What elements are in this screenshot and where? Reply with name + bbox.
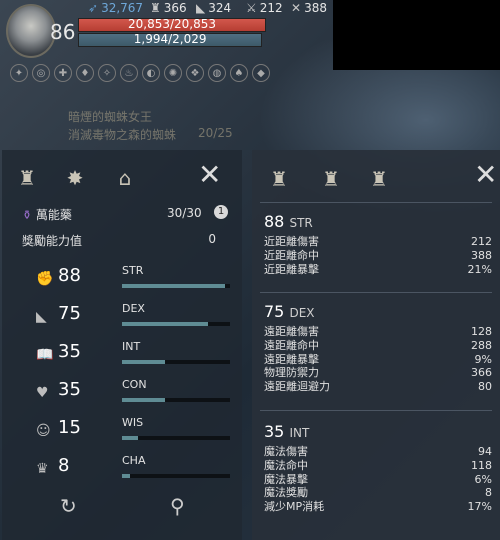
stats-panel: ♜ ✸ ⌂ ✕ ⚱ 萬能藥 30/30 1 獎勵能力值 0 ✊ 88 STR ◣… xyxy=(2,150,242,540)
currency-boot: ◣ 324 xyxy=(196,1,232,15)
detail-row: 近距離命中 388 xyxy=(264,248,492,262)
elixir-badge[interactable]: 1 xyxy=(214,205,228,219)
reset-icon[interactable]: ↻ xyxy=(60,494,77,518)
section-int: 35 INT 魔法傷害 94 魔法命中 118 魔法暴擊 6% 魔法獎勵 8 減少MP消… xyxy=(264,422,492,514)
bonus-value: 0 xyxy=(208,232,216,246)
tab-str-helmet-icon[interactable]: ♜ xyxy=(264,164,294,194)
potion-icon: ⚱ xyxy=(22,208,33,222)
detail-row: 遠距離傷害 128 xyxy=(264,325,492,338)
mp-text: 1,994/2,029 xyxy=(133,32,207,46)
buff-icon[interactable]: ◆ xyxy=(252,64,270,82)
stat-str[interactable]: ✊ 88 STR xyxy=(36,264,236,296)
stat-dex[interactable]: ◣ 75 DEX xyxy=(36,302,236,334)
int-icon: 📖 xyxy=(36,347,54,363)
mp-bar: 1,994/2,029 xyxy=(78,32,263,47)
buff-icon[interactable]: ✦ xyxy=(10,64,28,82)
stat-con[interactable]: ♥ 35 CON xyxy=(36,378,236,410)
tab-con-helmet-icon[interactable]: ♜ xyxy=(316,164,346,194)
tab-wis-helmet-icon[interactable]: ♜ xyxy=(364,164,394,194)
buff-icon[interactable]: ✚ xyxy=(54,64,72,82)
bonus-label: 獎勵能力值 xyxy=(22,234,83,248)
sword-icon: ⚔ xyxy=(246,1,257,15)
currency-helmet: ♜ 366 xyxy=(150,1,187,15)
dex-icon: ◣ xyxy=(36,309,47,325)
stat-wis[interactable]: ☺ 15 WIS xyxy=(36,416,236,448)
buff-icon[interactable]: ◎ xyxy=(32,64,50,82)
buff-icon[interactable]: ♠ xyxy=(230,64,248,82)
hp-text: 20,853/20,853 xyxy=(127,17,217,31)
buff-icon[interactable]: ♦ xyxy=(76,64,94,82)
elixir-row: ⚱ 萬能藥 30/30 1 xyxy=(22,205,228,223)
elixir-label: 萬能藥 xyxy=(35,208,72,222)
avatar[interactable] xyxy=(6,4,56,58)
detail-row: 遠距離命中 288 xyxy=(264,338,492,352)
close-icon[interactable]: ✕ xyxy=(474,160,497,190)
detail-row: 近距離傷害 212 xyxy=(264,235,492,248)
cha-icon: ♛ xyxy=(36,461,49,477)
player-level: 86 xyxy=(50,20,76,44)
close-icon[interactable]: ✕ xyxy=(198,160,221,190)
detail-row: 魔法命中 118 xyxy=(264,458,492,472)
search-icon[interactable]: ⚲ xyxy=(170,494,185,518)
detail-row: 遠距離迴避力 80 xyxy=(264,380,492,394)
str-icon: ✊ xyxy=(36,271,54,287)
quest-desc: 消滅毒物之森的蜘蛛 xyxy=(68,128,177,142)
buff-icon[interactable]: ◐ xyxy=(142,64,160,82)
currency-feather: ➶ 32,767 xyxy=(88,1,144,15)
hp-bar: 20,853/20,853 xyxy=(78,17,266,32)
stat-detail-panel: ♜ ♜ ♜ ✕ 88 STR 近距離傷害 212 近距離命中 388 近距離暴擊 21… xyxy=(252,150,500,540)
black-overlay xyxy=(333,0,500,70)
detail-row: 魔法傷害 94 xyxy=(264,445,492,458)
quest-title: 暗煙的蜘蛛女王 xyxy=(68,110,153,124)
buff-icon[interactable]: ✧ xyxy=(98,64,116,82)
detail-row: 物理防禦力 366 xyxy=(264,366,492,380)
buff-icon[interactable]: ♨ xyxy=(120,64,138,82)
detail-row: 魔法暴擊 6% xyxy=(264,472,492,486)
detail-row: 近距離暴擊 21% xyxy=(264,262,492,276)
buff-bar: ✦ ◎ ✚ ♦ ✧ ♨ ◐ ✺ ❖ ◍ ♠ ◆ xyxy=(10,64,270,82)
feather-icon: ➶ xyxy=(88,1,99,15)
buff-icon[interactable]: ◍ xyxy=(208,64,226,82)
stat-int[interactable]: 📖 35 INT xyxy=(36,340,236,372)
tab-shrine-icon[interactable]: ⌂ xyxy=(110,163,140,193)
detail-row: 魔法獎勵 8 xyxy=(264,486,492,500)
tab-star-icon[interactable]: ✸ xyxy=(60,163,90,193)
currency-crossed-swords: ✕ 388 xyxy=(291,1,327,15)
bonus-row: 獎勵能力值 0 xyxy=(22,232,228,249)
currency-sword: ⚔ 212 xyxy=(246,1,283,15)
stat-cha[interactable]: ♛ 8 CHA xyxy=(36,454,236,486)
boot-icon: ◣ xyxy=(196,1,206,15)
section-str: 88 STR 近距離傷害 212 近距離命中 388 近距離暴擊 21% xyxy=(264,212,492,276)
detail-row: 遠距離暴擊 9% xyxy=(264,352,492,366)
section-dex: 75 DEX 遠距離傷害 128 遠距離命中 288 遠距離暴擊 9% 物理防禦力 36… xyxy=(264,302,492,394)
helmet-icon: ♜ xyxy=(150,1,161,15)
detail-row: 減少MP消耗 17% xyxy=(264,500,492,514)
con-icon: ♥ xyxy=(36,385,49,401)
buff-icon[interactable]: ❖ xyxy=(186,64,204,82)
quest-progress: 20/25 xyxy=(198,126,233,140)
elixir-value: 30/30 xyxy=(167,206,202,220)
crossed-swords-icon: ✕ xyxy=(291,1,302,15)
tab-stats-helmet-icon[interactable]: ♜ xyxy=(12,163,42,193)
wis-icon: ☺ xyxy=(36,423,51,439)
buff-icon[interactable]: ✺ xyxy=(164,64,182,82)
